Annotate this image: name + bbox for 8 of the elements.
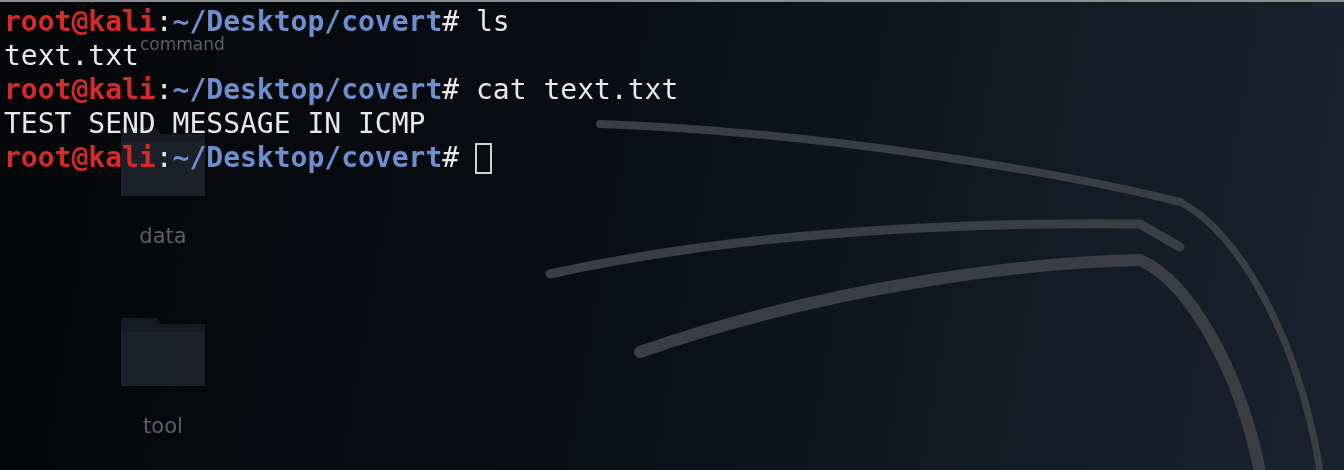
output-line: text.txt — [4, 42, 139, 70]
prompt-line: root@kali:~/Desktop/covert# ls — [4, 8, 510, 36]
prompt-line: root@kali:~/Desktop/covert# — [4, 144, 460, 172]
folder-label: command — [140, 36, 225, 53]
output-line: TEST SEND MESSAGE IN ICMP — [4, 110, 426, 138]
prompt-line: root@kali:~/Desktop/covert# cat text.txt — [4, 76, 679, 104]
folder-label: data — [139, 224, 187, 248]
folder-label: tool — [143, 414, 183, 438]
